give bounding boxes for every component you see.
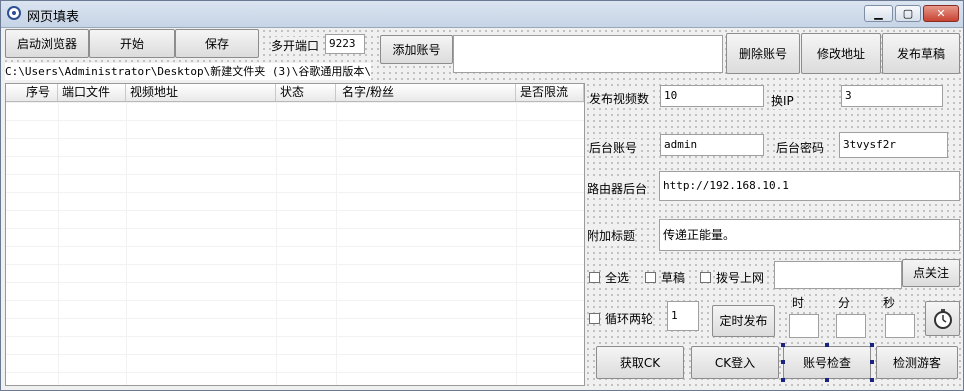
column-rate-limited[interactable]: 是否限流 (516, 84, 584, 101)
change-ip-label: 换IP (771, 92, 794, 109)
window-title: 网页填表 (27, 10, 80, 25)
dial-up-checkbox[interactable] (700, 272, 711, 283)
ports-input[interactable]: 9223 (325, 34, 365, 54)
account-table[interactable]: 序号 端口文件 视频地址 状态 名字/粉丝 是否限流 (5, 83, 585, 386)
router-admin-input[interactable]: http://192.168.10.1 (659, 171, 960, 201)
account-input[interactable] (453, 35, 723, 73)
selection-handle (781, 360, 785, 364)
table-body (6, 102, 584, 385)
folder-path-field[interactable]: C:\Users\Administrator\Desktop\新建文件夹 (3)… (5, 63, 371, 80)
grid-divider (276, 102, 277, 385)
selection-handle (870, 343, 874, 347)
grid-divider (336, 102, 337, 385)
dial-up-label: 拨号上网 (716, 269, 765, 286)
column-name-fans[interactable]: 名字/粉丝 (336, 84, 516, 101)
modify-address-button[interactable]: 修改地址 (801, 33, 881, 74)
stopwatch-button[interactable] (925, 301, 960, 336)
grid-divider (126, 102, 127, 385)
selection-handle (870, 360, 874, 364)
minute-label: 分 (838, 294, 851, 311)
draft-checkbox[interactable] (645, 272, 656, 283)
second-input[interactable] (885, 314, 915, 338)
detect-guest-button[interactable]: 检测游客 (876, 346, 958, 379)
selection-handle (781, 378, 785, 382)
admin-account-label: 后台账号 (589, 139, 638, 156)
start-button[interactable]: 开始 (89, 29, 175, 58)
stopwatch-icon (933, 308, 952, 329)
selection-handle (870, 378, 874, 382)
minute-input[interactable] (836, 314, 866, 338)
delete-account-button[interactable]: 删除账号 (726, 33, 800, 74)
selection-handle (825, 343, 829, 347)
follow-input[interactable] (774, 261, 902, 289)
loop-two-rounds-label: 循环两轮 (605, 310, 654, 327)
grid-divider (516, 102, 517, 385)
extra-title-label: 附加标题 (587, 227, 636, 244)
form-client-area: 启动浏览器 开始 保存 多开端口 9223 添加账号 删除账号 修改地址 发布草… (3, 28, 961, 388)
admin-password-input[interactable]: 3tvysf2r (839, 132, 948, 158)
select-all-checkbox[interactable] (589, 272, 600, 283)
admin-account-input[interactable]: admin (660, 134, 764, 156)
get-ck-button[interactable]: 获取CK (596, 346, 684, 379)
router-admin-label: 路由器后台 (587, 180, 648, 197)
column-port-file[interactable]: 端口文件 (58, 84, 126, 101)
change-ip-input[interactable]: 3 (841, 85, 943, 107)
draft-label: 草稿 (661, 269, 686, 286)
column-video-url[interactable]: 视频地址 (126, 84, 276, 101)
table-header: 序号 端口文件 视频地址 状态 名字/粉丝 是否限流 (6, 84, 584, 102)
extra-title-input[interactable]: 传递正能量。 (659, 219, 960, 251)
close-button[interactable]: ✕ (923, 5, 959, 22)
title-bar: 网页填表 ▁ ▢ ✕ (1, 1, 963, 28)
timed-publish-button[interactable]: 定时发布 (712, 305, 775, 337)
publish-count-label: 发布视频数 (589, 90, 650, 107)
add-account-button[interactable]: 添加账号 (380, 35, 453, 64)
main-window: 网页填表 ▁ ▢ ✕ 启动浏览器 开始 保存 多开端口 9223 添加账号 删除… (0, 0, 964, 391)
column-index[interactable]: 序号 (6, 84, 58, 101)
admin-password-label: 后台密码 (776, 139, 825, 156)
second-label: 秒 (883, 294, 896, 311)
check-account-button[interactable]: 账号检查 (783, 346, 871, 379)
ck-login-button[interactable]: CK登入 (691, 346, 779, 379)
publish-draft-button[interactable]: 发布草稿 (882, 33, 960, 74)
maximize-button[interactable]: ▢ (895, 5, 921, 22)
minimize-button[interactable]: ▁ (864, 5, 893, 22)
select-all-label: 全选 (605, 269, 630, 286)
save-button[interactable]: 保存 (175, 29, 259, 58)
selection-handle (781, 343, 785, 347)
column-status[interactable]: 状态 (276, 84, 336, 101)
launch-browser-button[interactable]: 启动浏览器 (5, 29, 89, 58)
ports-label: 多开端口 (271, 37, 320, 54)
loop-count-input[interactable]: 1 (667, 301, 699, 331)
follow-button[interactable]: 点关注 (902, 259, 960, 287)
selection-handle (825, 378, 829, 382)
hour-label: 时 (792, 294, 805, 311)
app-logo-icon (7, 6, 21, 20)
publish-count-input[interactable]: 10 (660, 85, 764, 107)
loop-two-rounds-checkbox[interactable] (589, 313, 600, 324)
grid-divider (58, 102, 59, 385)
hour-input[interactable] (789, 314, 819, 338)
